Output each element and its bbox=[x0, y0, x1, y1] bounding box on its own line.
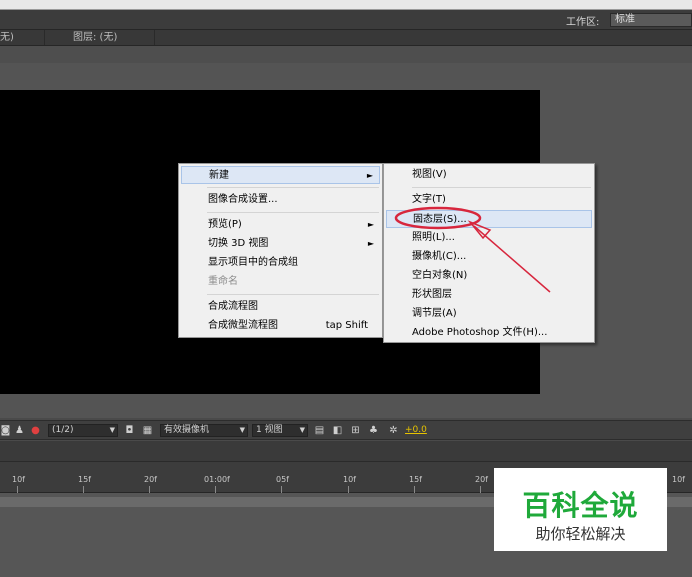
submenu-item-shape-layer[interactable]: 形状图层 bbox=[386, 286, 592, 304]
menu-item-label: Adobe Photoshop 文件(H)... bbox=[412, 327, 548, 338]
menu-item-new[interactable]: 新建 ► bbox=[181, 166, 380, 184]
viewer-top-strip bbox=[0, 46, 692, 63]
chevron-down-icon: ▼ bbox=[109, 426, 115, 434]
new-submenu: 视图(V) 文字(T) 固态层(S)... 照明(L)... 摄像机(C)...… bbox=[383, 163, 595, 343]
submenu-arrow-icon: ► bbox=[367, 220, 374, 229]
watermark: 百科全说 助你轻松解决 bbox=[494, 468, 667, 551]
viewer-toolbar: ◙ ♟ ● (1/2) ▼ ◘ ▦ 有效摄像机 ▼ 1 视图 ▼ ▤ ◧ ⊞ ♣… bbox=[0, 420, 692, 440]
submenu-arrow-icon: ► bbox=[366, 171, 373, 180]
menu-item-mini-flowchart[interactable]: 合成微型流程图 tap Shift bbox=[181, 317, 380, 335]
watermark-title: 百科全说 bbox=[522, 489, 639, 522]
fast-preview-icon[interactable]: ◧ bbox=[332, 425, 343, 436]
menu-separator bbox=[207, 294, 379, 295]
snapshot-icon[interactable]: ◙ bbox=[0, 425, 11, 436]
submenu-item-light[interactable]: 照明(L)... bbox=[386, 229, 592, 247]
channel-rgb-icon[interactable]: ● bbox=[30, 425, 41, 436]
timeline-icon[interactable]: ⊞ bbox=[350, 425, 361, 436]
menu-item-switch-3d-view[interactable]: 切换 3D 视图 ► bbox=[181, 235, 380, 253]
panel-tabs: 无) 图层: (无) bbox=[0, 29, 692, 46]
submenu-item-camera[interactable]: 摄像机(C)... bbox=[386, 248, 592, 266]
menu-item-label: 重命名 bbox=[208, 276, 238, 287]
toggle-pixel-aspect-icon[interactable]: ▤ bbox=[314, 425, 325, 436]
menu-item-label: 照明(L)... bbox=[412, 232, 455, 243]
menu-item-label: 摄像机(C)... bbox=[412, 251, 467, 262]
menu-item-label: 固态层(S)... bbox=[413, 214, 467, 225]
camera-value: 有效摄像机 bbox=[164, 425, 210, 435]
resolution-value: (1/2) bbox=[52, 425, 74, 435]
ruler-tick-label: 20f bbox=[144, 475, 157, 484]
workspace-bar: 工作区: 标准 bbox=[0, 10, 692, 29]
ruler-tick-label: 10f bbox=[672, 475, 685, 484]
ruler-tick-label: 15f bbox=[409, 475, 422, 484]
menu-item-label: 空白对象(N) bbox=[412, 270, 468, 281]
submenu-item-solid[interactable]: 固态层(S)... bbox=[386, 210, 592, 228]
watermark-subtitle: 助你轻松解决 bbox=[535, 525, 626, 543]
ruler-tick-label: 05f bbox=[276, 475, 289, 484]
submenu-item-text[interactable]: 文字(T) bbox=[386, 191, 592, 209]
ruler-tick-label: 15f bbox=[78, 475, 91, 484]
workspace-select[interactable]: 标准 bbox=[610, 13, 692, 27]
show-snapshot-icon[interactable]: ♟ bbox=[14, 425, 25, 436]
menu-item-rename: 重命名 bbox=[181, 273, 380, 291]
ruler-tick-label: 10f bbox=[12, 475, 25, 484]
submenu-item-adjustment-layer[interactable]: 调节层(A) bbox=[386, 305, 592, 323]
menu-item-label: 合成微型流程图 bbox=[208, 320, 278, 331]
timeline-header bbox=[0, 441, 692, 461]
menu-item-preview[interactable]: 预览(P) ► bbox=[181, 216, 380, 234]
exposure-value[interactable]: +0.0 bbox=[405, 425, 427, 435]
region-of-interest-icon[interactable]: ◘ bbox=[124, 425, 135, 436]
ruler-tick-label: 01:00f bbox=[204, 475, 230, 484]
views-dropdown[interactable]: 1 视图 ▼ bbox=[252, 424, 308, 437]
tab-layer[interactable]: 图层: (无) bbox=[45, 30, 155, 45]
menu-separator bbox=[207, 212, 379, 213]
menu-item-label: 图像合成设置... bbox=[208, 194, 278, 205]
menu-item-label: 视图(V) bbox=[412, 169, 447, 180]
menu-item-reveal-in-project[interactable]: 显示项目中的合成组 bbox=[181, 254, 380, 272]
menu-item-composition-settings[interactable]: 图像合成设置... bbox=[181, 191, 380, 209]
submenu-item-photoshop-file[interactable]: Adobe Photoshop 文件(H)... bbox=[386, 324, 592, 342]
menu-item-flowchart[interactable]: 合成流程图 bbox=[181, 298, 380, 316]
menu-separator bbox=[207, 187, 379, 188]
ruler-tick-label: 20f bbox=[475, 475, 488, 484]
menu-item-shortcut: tap Shift bbox=[325, 320, 368, 331]
resolution-dropdown[interactable]: (1/2) ▼ bbox=[48, 424, 118, 437]
menu-item-label: 预览(P) bbox=[208, 219, 242, 230]
submenu-item-viewer[interactable]: 视图(V) bbox=[386, 166, 592, 184]
menu-item-label: 调节层(A) bbox=[412, 308, 457, 319]
menu-item-label: 文字(T) bbox=[412, 194, 446, 205]
chevron-down-icon: ▼ bbox=[239, 426, 245, 434]
workspace-label: 工作区: bbox=[566, 17, 600, 28]
menu-item-label: 新建 bbox=[209, 170, 229, 181]
camera-dropdown[interactable]: 有效摄像机 ▼ bbox=[160, 424, 248, 437]
transparency-grid-icon[interactable]: ▦ bbox=[142, 425, 153, 436]
menu-separator bbox=[412, 187, 591, 188]
submenu-arrow-icon: ► bbox=[367, 239, 374, 248]
tab-composition[interactable]: 无) bbox=[0, 30, 45, 45]
exposure-icon[interactable]: ✲ bbox=[388, 425, 399, 436]
chevron-down-icon: ▼ bbox=[299, 426, 305, 434]
menu-item-label: 切换 3D 视图 bbox=[208, 238, 269, 249]
menu-item-label: 形状图层 bbox=[412, 289, 452, 300]
menu-item-label: 显示项目中的合成组 bbox=[208, 257, 298, 268]
window-top-edge bbox=[0, 0, 692, 10]
submenu-item-null-object[interactable]: 空白对象(N) bbox=[386, 267, 592, 285]
context-menu: 新建 ► 图像合成设置... 预览(P) ► 切换 3D 视图 ► 显示项目中的… bbox=[178, 163, 383, 338]
menu-item-label: 合成流程图 bbox=[208, 301, 258, 312]
flowchart-icon[interactable]: ♣ bbox=[368, 425, 379, 436]
views-value: 1 视图 bbox=[256, 425, 283, 435]
ruler-tick-label: 10f bbox=[343, 475, 356, 484]
